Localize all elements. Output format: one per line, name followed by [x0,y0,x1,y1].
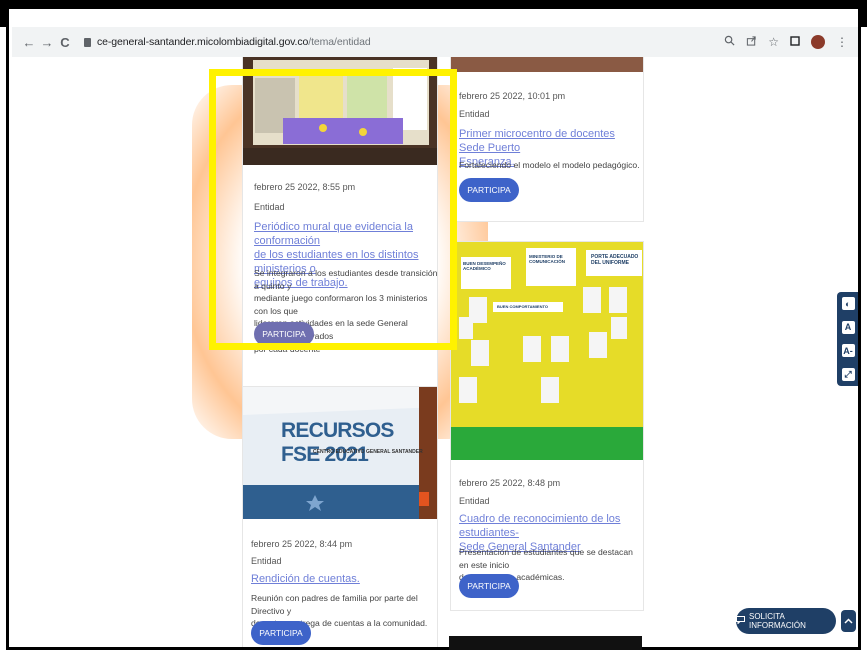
next-card-image-edge [449,636,642,650]
reload-button[interactable]: C [56,35,74,50]
card-date: febrero 25 2022, 10:01 pm [459,91,566,101]
image-title: RECURSOS FSE 2021 [281,419,394,466]
font-decrease-icon[interactable]: A- [841,344,855,358]
card-description-line: Reunión con padres de familia por parte … [251,593,418,616]
chat-icon [736,616,745,626]
participa-button[interactable]: PARTICIPA [251,621,311,645]
card-image[interactable] [451,242,643,460]
image-sign: BUEN COMPORTAMIENTO [497,304,548,309]
participa-button[interactable]: PARTICIPA [459,574,519,598]
profile-avatar[interactable] [811,35,825,49]
solicita-informacion-button[interactable]: SOLICITA INFORMACIÓN [736,608,836,634]
card-title-line: Cuadro de reconocimiento de los estudian… [459,513,621,539]
accessibility-toolbar: ◐ A A- ⤢ [837,292,858,386]
card-title-line: Primer microcentro de docentes Sede Puer… [459,128,615,154]
card-description-line: Fortaleciendo el modelo el modelo pedagó… [459,160,640,170]
yellow-highlight-box [209,69,457,350]
url-path: /tema/entidad [308,36,371,48]
zoom-icon[interactable] [724,35,735,49]
image-subtitle: CENTRO EDUCATIVO GENERAL SANTANDER [313,449,423,455]
page-content: febrero 25 2022, 8:55 pm Entidad Periódi… [12,57,858,647]
news-card: RECURSOS FSE 2021 CENTRO EDUCATIVO GENER… [242,386,438,647]
font-increase-icon[interactable]: A [841,320,855,334]
screenshot-frame: ← → C ce-general-santander.micolombiadig… [0,0,867,656]
participa-button[interactable]: PARTICIPA [459,178,519,202]
card-title-line: Rendición de cuentas. [251,573,360,585]
tab-icon[interactable] [790,35,800,49]
card-category: Entidad [459,109,490,119]
card-date: febrero 25 2022, 8:44 pm [251,539,353,549]
toolbar-actions: ☆ ⋮ [724,35,848,49]
news-card: febrero 25 2022, 10:01 pm Entidad Primer… [450,57,644,222]
address-bar[interactable]: ce-general-santander.micolombiadigital.g… [84,36,371,48]
card-image[interactable] [451,57,643,72]
image-sign: PORTE ADECUADO DEL UNIFORME [591,254,639,266]
card-date: febrero 25 2022, 8:48 pm [459,478,561,488]
chevron-up-icon [844,616,853,627]
card-category: Entidad [251,556,282,566]
card-category: Entidad [459,496,490,506]
card-title-link[interactable]: Rendición de cuentas. [251,572,435,586]
image-sign: MINISTERIO DE COMUNICACIÓN [529,254,565,264]
forward-button[interactable]: → [38,35,56,50]
solicita-label: SOLICITA INFORMACIÓN [749,612,806,630]
image-sign: BUEN DESEMPEÑO ACADÉMICO [463,261,506,271]
back-button[interactable]: ← [20,35,38,50]
card-description: Fortaleciendo el modelo el modelo pedagó… [459,159,643,172]
scroll-top-button[interactable] [841,610,856,632]
card-description-line: Presentación de estudiantes que se desta… [459,547,633,570]
expand-icon[interactable]: ⤢ [841,367,855,381]
browser-toolbar: ← → C ce-general-santander.micolombiadig… [12,27,858,57]
star-icon[interactable]: ☆ [768,35,779,49]
url-domain: ce-general-santander.micolombiadigital.g… [97,36,309,48]
lock-icon [84,37,91,47]
menu-icon[interactable]: ⋮ [836,35,848,49]
contrast-icon[interactable]: ◐ [841,297,855,311]
news-card: BUEN DESEMPEÑO ACADÉMICO MINISTERIO DE C… [450,241,644,611]
share-icon[interactable] [746,35,757,49]
